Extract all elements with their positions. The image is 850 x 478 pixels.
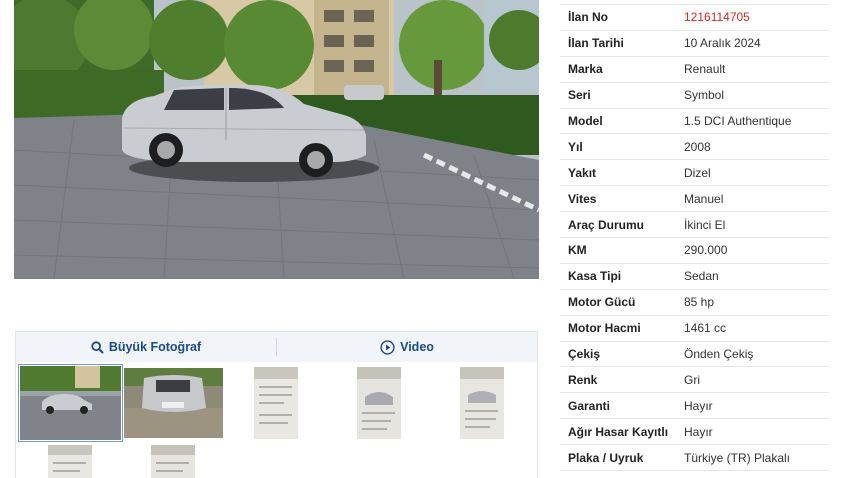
thumbnail-strip bbox=[15, 362, 538, 478]
thumbnail-1[interactable] bbox=[18, 364, 123, 442]
photo-action-bar: Büyük Fotoğraf Video bbox=[15, 331, 538, 362]
detail-key: Renk bbox=[568, 372, 598, 387]
detail-key: Marka bbox=[568, 62, 603, 77]
detail-row: İlan No 1216114705 bbox=[560, 5, 829, 31]
play-circle-icon bbox=[380, 339, 395, 355]
car-photo-image bbox=[14, 0, 539, 279]
detail-row: KM 290.000 bbox=[560, 238, 829, 264]
detail-value: Hayır bbox=[684, 398, 713, 413]
detail-row: Yıl 2008 bbox=[560, 134, 829, 161]
detail-value: 85 hp bbox=[684, 295, 715, 310]
detail-key: Seri bbox=[568, 88, 591, 103]
thumbnail-6[interactable] bbox=[48, 445, 92, 478]
detail-value: Symbol bbox=[684, 88, 725, 103]
detail-key: Motor Hacmi bbox=[568, 321, 641, 336]
detail-value: Renault bbox=[684, 62, 726, 77]
large-photo-button[interactable]: Büyük Fotoğraf bbox=[16, 332, 276, 362]
detail-key: Garanti bbox=[568, 398, 611, 413]
detail-row: Araç Durumu İkinci El bbox=[560, 212, 829, 239]
detail-key: Yıl bbox=[568, 139, 583, 154]
detail-row: Garanti Hayır bbox=[560, 393, 829, 420]
magnifier-icon bbox=[91, 340, 104, 354]
detail-key: Plaka / Uyruk bbox=[568, 450, 644, 465]
detail-value: Gri bbox=[684, 372, 700, 387]
detail-row: Plaka / Uyruk Türkiye (TR) Plakalı bbox=[560, 445, 829, 472]
video-label: Video bbox=[400, 340, 434, 354]
detail-key: Model bbox=[568, 114, 603, 128]
thumbnail-5[interactable] bbox=[460, 367, 504, 439]
large-photo-label: Büyük Fotoğraf bbox=[108, 340, 202, 354]
detail-key: Araç Durumu bbox=[568, 217, 645, 232]
detail-value: 1461 cc bbox=[684, 321, 727, 336]
detail-key: İlan No bbox=[568, 10, 609, 25]
detail-value: 290.000 bbox=[684, 243, 728, 258]
detail-value: Dizel bbox=[684, 165, 711, 180]
listing-details-table: İlan No 1216114705 İlan Tarihi 10 Aralık 20… bbox=[560, 5, 829, 472]
main-photo[interactable] bbox=[14, 0, 539, 279]
detail-value: Hayır bbox=[684, 424, 713, 439]
detail-value: 10 Aralık 2024 bbox=[684, 36, 761, 51]
detail-value: İkinci El bbox=[684, 217, 726, 232]
detail-value: Önden Çekiş bbox=[684, 347, 754, 362]
detail-row: Motor Gücü 85 hp bbox=[560, 290, 829, 316]
detail-row: Marka Renault bbox=[560, 57, 829, 83]
detail-row: Renk Gri bbox=[560, 367, 829, 394]
detail-key: İlan Tarihi bbox=[568, 36, 624, 51]
detail-key: Vites bbox=[568, 191, 597, 206]
detail-row: Motor Hacmi 1461 cc bbox=[560, 316, 829, 342]
listing-number: 1216114705 bbox=[684, 10, 750, 25]
thumbnail-2[interactable] bbox=[124, 368, 223, 438]
detail-row: İlan Tarihi 10 Aralık 2024 bbox=[560, 31, 829, 57]
detail-key: Ağır Hasar Kayıtlı bbox=[568, 424, 669, 439]
detail-value: Türkiye (TR) Plakalı bbox=[684, 450, 791, 465]
thumbnail-7[interactable] bbox=[151, 445, 195, 478]
detail-row: Yakıt Dizel bbox=[560, 160, 829, 187]
detail-value: 2008 bbox=[684, 139, 711, 154]
thumbnail-4[interactable] bbox=[357, 367, 401, 439]
detail-key: Yakıt bbox=[568, 165, 597, 180]
detail-value: 1.5 DCI Authentique bbox=[684, 114, 792, 128]
detail-row: Model 1.5 DCI Authentique bbox=[560, 109, 829, 135]
thumbnail-3[interactable] bbox=[254, 367, 298, 439]
detail-value: Manuel bbox=[684, 191, 724, 206]
detail-key: Motor Gücü bbox=[568, 295, 636, 310]
video-button[interactable]: Video bbox=[277, 332, 537, 362]
detail-row: Çekiş Önden Çekiş bbox=[560, 342, 829, 368]
detail-value: Sedan bbox=[684, 269, 719, 284]
detail-row: Seri Symbol bbox=[560, 83, 829, 109]
detail-key: KM bbox=[568, 243, 587, 258]
detail-row: Vites Manuel bbox=[560, 186, 829, 213]
detail-row: Kasa Tipi Sedan bbox=[560, 264, 829, 290]
detail-key: Çekiş bbox=[568, 347, 601, 362]
detail-row: Ağır Hasar Kayıtlı Hayır bbox=[560, 419, 829, 446]
detail-key: Kasa Tipi bbox=[568, 269, 622, 284]
